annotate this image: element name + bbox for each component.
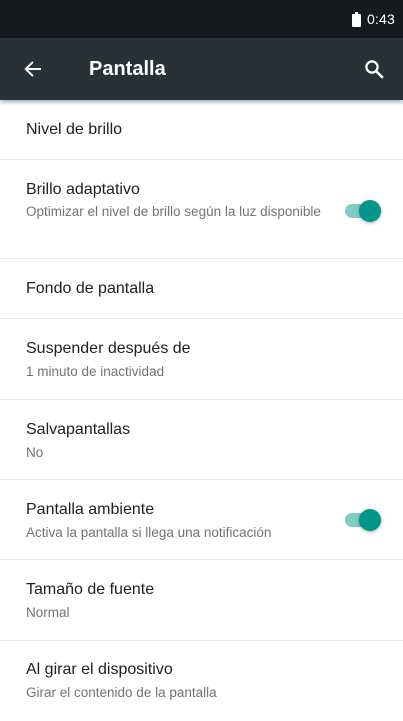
setting-title: Salvapantallas [26,421,131,438]
setting-title: Suspender después de [26,340,191,357]
setting-title: Brillo adaptativo [26,181,140,198]
setting-title: Al girar el dispositivo [26,661,173,678]
setting-summary: Girar el contenido de la pantalla [26,685,217,700]
ambient-display-toggle[interactable] [343,508,383,532]
setting-title: Tamaño de fuente [26,581,155,598]
setting-ambient-display[interactable]: Pantalla ambiente Activa la pantalla si … [0,480,403,560]
setting-title: Fondo de pantalla [26,280,155,297]
setting-brightness-level[interactable]: Nivel de brillo [0,100,403,160]
back-button[interactable] [18,54,48,84]
setting-sleep[interactable]: Suspender después de 1 minuto de inactiv… [0,319,403,400]
setting-title: Nivel de brillo [26,121,123,138]
setting-rotation[interactable]: Al girar el dispositivo Girar el conteni… [0,641,403,721]
setting-screensaver[interactable]: Salvapantallas No [0,400,403,480]
setting-adaptive-brightness[interactable]: Brillo adaptativo Optimizar el nivel de … [0,160,403,259]
search-icon [365,60,384,79]
status-time: 0:43 [366,11,395,27]
setting-summary: Activa la pantalla si llega una notifica… [26,525,272,540]
arrow-back-icon [24,61,41,77]
status-icons: 0:43 [351,9,395,29]
battery-full-icon [351,11,361,27]
setting-summary: No [26,445,44,460]
search-button[interactable] [359,54,389,84]
setting-summary: Optimizar el nivel de brillo según la lu… [26,204,321,219]
adaptive-brightness-toggle[interactable] [343,199,383,223]
setting-font-size[interactable]: Tamaño de fuente Normal [0,560,403,641]
settings-list: Nivel de brillo Brillo adaptativo Optimi… [0,100,403,721]
toolbar: Pantalla [0,38,403,100]
page-title: Pantalla [89,58,166,80]
setting-summary: Normal [26,605,70,620]
setting-title: Pantalla ambiente [26,501,155,518]
status-bar: 0:43 [0,0,403,38]
setting-summary: 1 minuto de inactividad [26,364,165,379]
setting-wallpaper[interactable]: Fondo de pantalla [0,259,403,319]
